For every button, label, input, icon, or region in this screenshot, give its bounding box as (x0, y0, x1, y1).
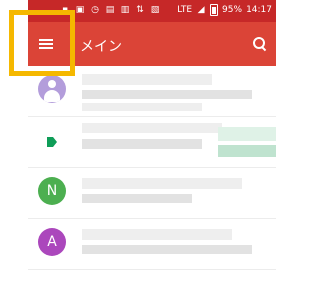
battery-level: 95% (222, 5, 243, 15)
image-icon: ▣ (75, 5, 85, 15)
status-bar: ▪ ▣ ◷ ▤ ▥ ⇅ ▧ LTE ◢ 95% 14:17 (28, 0, 276, 22)
data-icon: ⇅ (136, 5, 144, 15)
battery-icon (210, 4, 219, 16)
avatar-default-icon (38, 75, 66, 103)
list-item[interactable]: N (28, 168, 276, 219)
hamburger-menu-icon[interactable] (36, 34, 56, 54)
label-tag-icon (47, 137, 57, 147)
signal-icon: ◢ (197, 5, 205, 15)
page-title: メイン (80, 39, 122, 55)
avatar: N (38, 177, 66, 205)
phone-screen: ▪ ▣ ◷ ▤ ▥ ⇅ ▧ LTE ◢ 95% 14:17 メイン N A (28, 0, 276, 281)
status-icons: ▪ ▣ ◷ ▤ ▥ ⇅ ▧ (60, 5, 160, 15)
status-right: LTE ◢ 95% 14:17 (177, 4, 272, 16)
alarm-icon: ◷ (91, 5, 99, 15)
list-item[interactable] (28, 66, 276, 117)
notification-icon: ▪ (61, 5, 69, 15)
nfc-icon: ▧ (150, 5, 160, 15)
lte-label: LTE (177, 5, 193, 15)
app-bar: メイン (28, 22, 276, 66)
list-item[interactable]: A (28, 219, 276, 270)
message-list: N A (28, 66, 276, 270)
list-item[interactable] (28, 117, 276, 168)
contact-icon: ▤ (105, 5, 115, 15)
lock-icon: ▥ (120, 5, 130, 15)
search-icon[interactable] (252, 36, 268, 52)
avatar: A (38, 228, 66, 256)
clock: 14:17 (246, 5, 272, 15)
